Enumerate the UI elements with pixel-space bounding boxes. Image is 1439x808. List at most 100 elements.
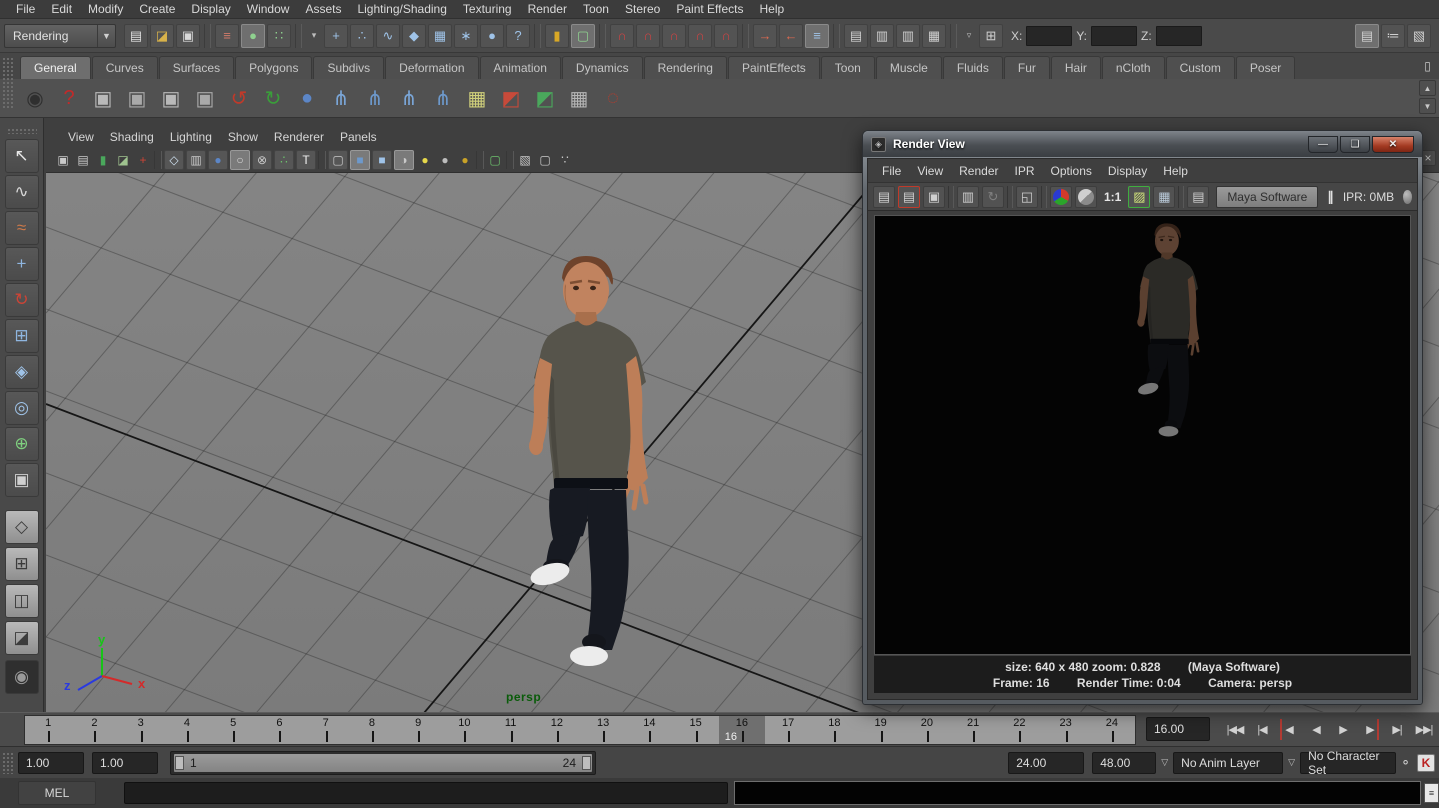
save-scene-icon[interactable]: ▣ [176,24,200,48]
2d-pan-zoom-icon[interactable]: + [134,151,152,169]
spline-ik-icon[interactable]: ⋔ [394,83,424,113]
character-model[interactable] [490,250,690,680]
script-editor-icon[interactable]: ≡ [1424,783,1439,803]
flat-shaded-icon[interactable]: ○ [230,150,250,170]
range-slider-track[interactable]: 1 24 [170,751,596,775]
outline-cube-icon[interactable]: ▢ [536,151,554,169]
maximize-button[interactable]: ❑ [1340,136,1370,153]
four-view-layout-button[interactable]: ⊞ [5,547,39,581]
viewport-menu-lighting[interactable]: Lighting [162,129,220,145]
rotate-tool[interactable]: ↻ [5,283,39,317]
film-gate-icon[interactable]: ▥ [186,150,206,170]
chevron-down-icon[interactable]: ▽ [1156,757,1173,768]
playback-start-field[interactable]: 1.00 [92,752,158,774]
refresh-ipr-icon[interactable]: ↻ [982,186,1004,208]
rangebar-grip[interactable] [2,752,14,774]
viewport-menu-show[interactable]: Show [220,129,266,145]
step-back-frame-button[interactable]: |◀ [1249,716,1275,743]
menu-set-dropdown[interactable]: Rendering ▼ [4,24,116,48]
fields-collapse-icon[interactable]: ▿ [961,24,977,48]
anim-layer-field[interactable]: No Anim Layer [1173,752,1283,774]
camera-attributes-icon[interactable]: ▤ [74,151,92,169]
component-mode-icon[interactable]: ∷ [267,24,291,48]
playback-end-field[interactable]: 24.00 [1008,752,1084,774]
select-mask-deformations-icon[interactable]: ▦ [428,24,452,48]
menu-stereo[interactable]: Stereo [617,1,668,17]
menu-toon[interactable]: Toon [575,1,617,17]
camera-orbit-icon[interactable]: ▣ [88,83,118,113]
new-scene-icon[interactable]: ▤ [124,24,148,48]
set-key-icon[interactable]: ⚬ [1396,755,1415,771]
select-mask-rendering-icon[interactable]: ● [480,24,504,48]
menu-paint-effects[interactable]: Paint Effects [668,1,751,17]
step-forward-key-button[interactable]: ▶ [1357,716,1383,743]
universal-manipulator-tool[interactable]: ◈ [5,355,39,389]
camera-track-icon[interactable]: ▣ [122,83,152,113]
move-tool[interactable]: + [5,247,39,281]
use-all-lights-icon[interactable]: ● [456,151,474,169]
character-set-field[interactable]: No Character Set [1300,752,1396,774]
shelf-grip[interactable] [2,57,14,109]
menu-display[interactable]: Display [183,1,238,17]
redo-previous-render-icon[interactable]: ▤ [898,186,920,208]
auto-keyframe-icon[interactable]: K [1417,754,1435,772]
region-render-icon[interactable]: ◱ [1016,186,1038,208]
select-mask-misc-icon[interactable]: ? [506,24,530,48]
range-slider-range[interactable]: 1 24 [174,754,592,772]
camera-zoom-icon[interactable]: ▣ [190,83,220,113]
menu-edit[interactable]: Edit [43,1,80,17]
open-render-view-icon[interactable]: ▤ [844,24,868,48]
cluster-icon[interactable]: ⋔ [428,83,458,113]
render-view-titlebar[interactable]: ◈ Render View — ❑ ✕ [863,131,1422,157]
viewport-menu-view[interactable]: View [60,129,102,145]
zoom-1-1-button[interactable]: 1:1 [1100,190,1125,204]
render-settings-icon[interactable]: ▦ [922,24,946,48]
menu-render[interactable]: Render [520,1,575,17]
construction-history-icon[interactable]: ≡ [805,24,829,48]
persp-outliner-layout-button[interactable]: ◫ [5,584,39,618]
isolate-textured-cube-icon[interactable]: ■ [372,150,392,170]
select-green-cube-icon[interactable]: ◩ [530,83,560,113]
help-icon[interactable]: ? [54,83,84,113]
shaded-icon[interactable]: ● [208,150,228,170]
textured-icon[interactable]: T [296,150,316,170]
checker-sphere-icon[interactable]: ◑ [394,150,414,170]
rgb-channels-icon[interactable] [1050,186,1072,208]
single-pane-layout-button[interactable]: ◇ [5,510,39,544]
rendered-image[interactable] [874,215,1411,655]
viewport-menu-shading[interactable]: Shading [102,129,162,145]
soft-modification-tool[interactable]: ◎ [5,391,39,425]
viewport-menu-panels[interactable]: Panels [332,129,385,145]
input-connections-icon[interactable]: → [753,24,777,48]
select-red-cube-icon[interactable]: ◩ [496,83,526,113]
scale-tool[interactable]: ⊞ [5,319,39,353]
render-view-menu-help[interactable]: Help [1155,163,1196,179]
wireframe-icon[interactable]: ◇ [164,150,184,170]
toolbox-grip[interactable] [7,128,37,134]
select-tool[interactable]: ↖ [5,139,39,173]
hierarchy-mode-icon[interactable]: ≡ [215,24,239,48]
ipr-render-icon[interactable]: ▥ [896,24,920,48]
render-current-frame-icon[interactable]: ▥ [870,24,894,48]
current-time-field[interactable]: 16.00 [1146,717,1210,741]
use-no-lights-icon[interactable]: ● [436,151,454,169]
snap-to-grid-icon[interactable]: ∩ [610,24,634,48]
open-render-settings-icon[interactable]: ▤ [1187,186,1209,208]
render-view-menu-ipr[interactable]: IPR [1007,163,1043,179]
snap-to-curve-icon[interactable]: ∩ [636,24,660,48]
attribute-editor-icon[interactable]: ▤ [1355,24,1379,48]
renderer-dropdown[interactable]: Maya Software [1216,186,1318,208]
select-mask-curves-icon[interactable]: ∿ [376,24,400,48]
select-mask-all-icon[interactable]: + [324,24,348,48]
show-manipulator-tool[interactable]: ⊕ [5,427,39,461]
persp-graph-layout-button[interactable]: ◪ [5,621,39,655]
step-back-key-button[interactable]: ◀ [1276,716,1302,743]
shelf-scroll-up-icon[interactable]: ▲ [1419,80,1436,96]
snap-to-view-plane-icon[interactable]: ∩ [714,24,738,48]
play-forward-button[interactable]: ▶ [1330,716,1356,743]
output-connections-icon[interactable]: ← [779,24,803,48]
render-view-menu-file[interactable]: File [874,163,909,179]
render-view-menu-display[interactable]: Display [1100,163,1155,179]
chevron-down-icon[interactable]: ▼ [97,25,115,47]
mask-expand-icon[interactable]: ▾ [306,24,322,48]
